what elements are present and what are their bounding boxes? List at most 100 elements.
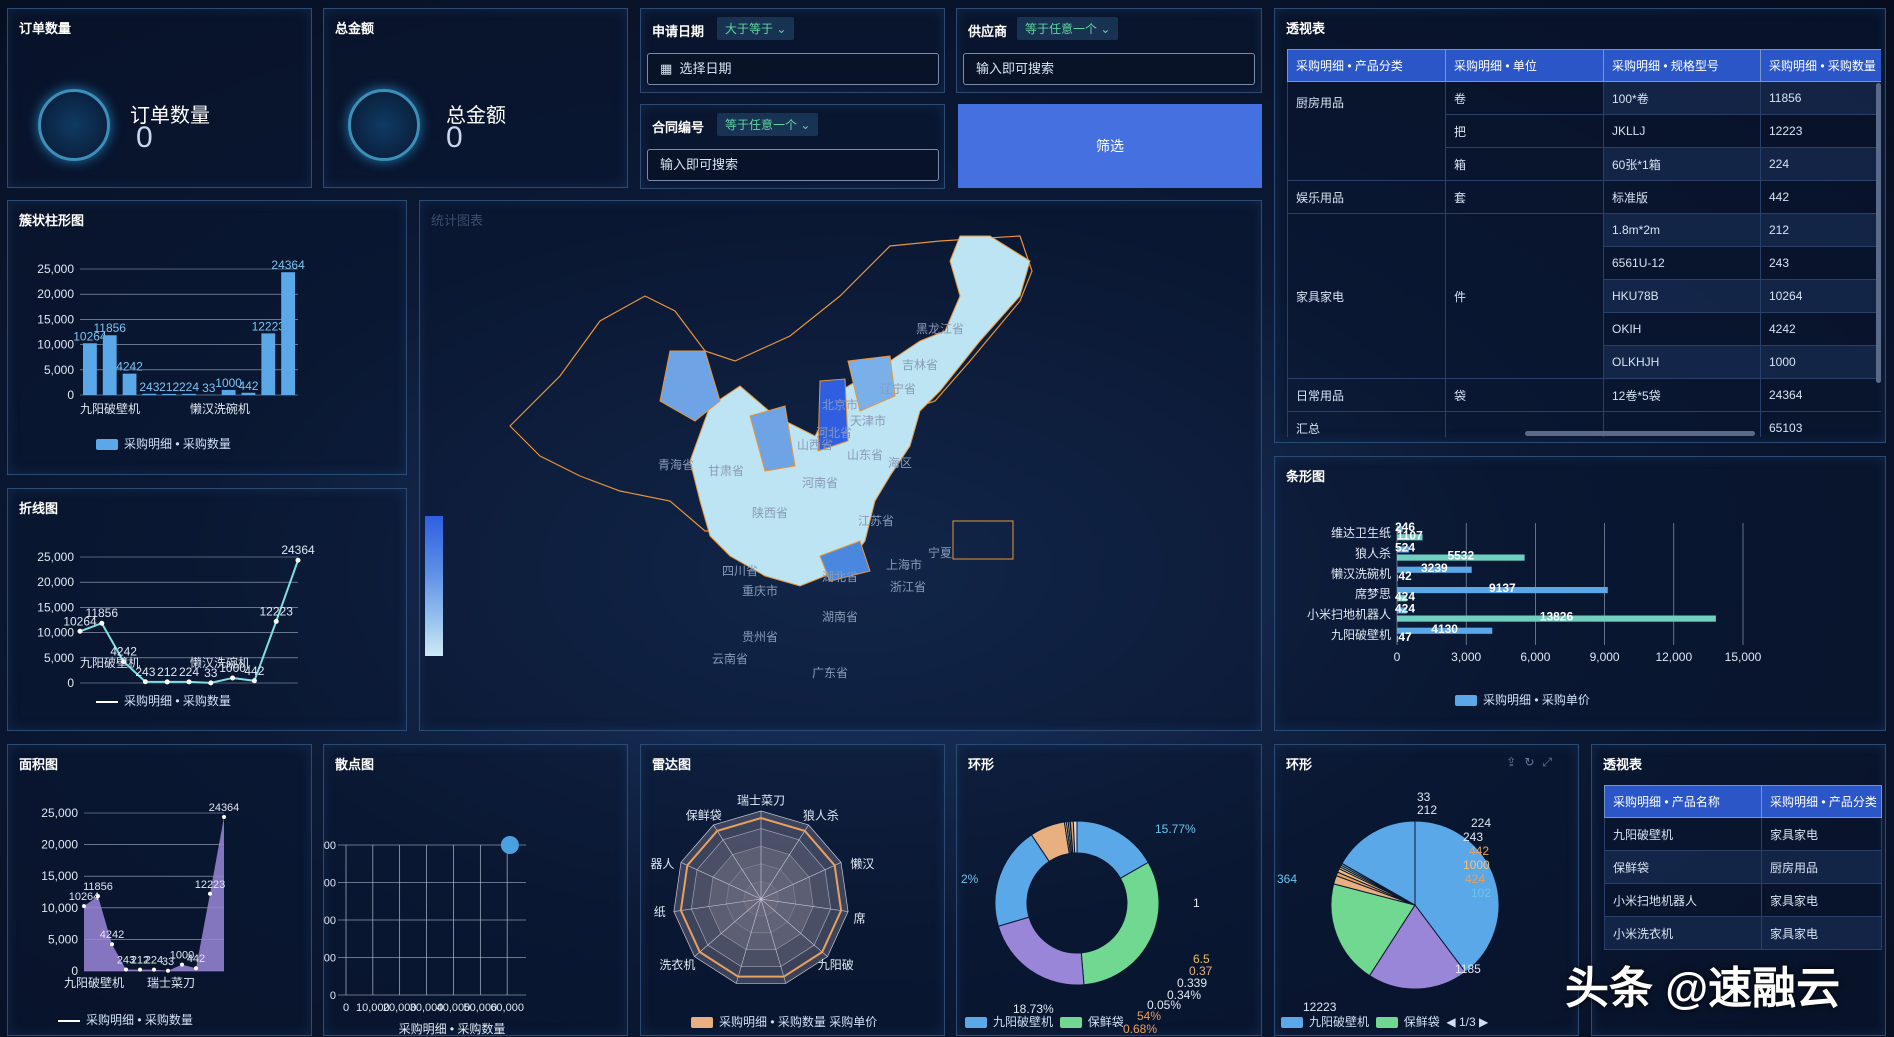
table-cell: OLKHJH — [1604, 346, 1761, 379]
horizontal-scrollbar[interactable] — [1525, 431, 1755, 436]
legend-label: 采购明细 • 采购数量 — [86, 1013, 193, 1027]
y-tick-label: 懒汉洗碗机 — [1331, 566, 1391, 581]
y-tick-label: 15,000 — [41, 869, 78, 883]
x-tick-label: 6,000 — [1520, 650, 1550, 664]
date-picker-input[interactable]: ▦ 选择日期 — [647, 53, 939, 85]
x-tick-label: 60,000 — [490, 1002, 524, 1014]
chart-legend[interactable]: 采购明细 • 采购数量 采购单价 — [691, 1013, 877, 1030]
data-label: 424 — [1395, 602, 1415, 616]
table-cell: 11856 — [1761, 82, 1882, 115]
chart-legend[interactable]: 九阳破壁机 保鲜袋 ◀ 1/3 ▶ — [1281, 1013, 1488, 1030]
x-tick-label: 九阳破壁机 — [64, 975, 124, 990]
y-tick-label: 0 — [330, 990, 336, 1002]
data-label: 13826 — [1540, 610, 1574, 624]
data-point — [296, 558, 301, 563]
pivot-table: 采购明细 • 产品分类 采购明细 • 单位 采购明细 • 规格型号 采购明细 •… — [1287, 49, 1881, 437]
legend-label: 九阳破壁机 — [1309, 1015, 1369, 1029]
kpi-value: 0 — [446, 121, 463, 155]
table-cell: 24364 — [1761, 379, 1882, 412]
data-label: 33 — [202, 381, 216, 395]
filter-button[interactable]: 筛选 — [958, 104, 1262, 188]
table-row: 小米洗衣机家具家电 — [1605, 917, 1882, 950]
data-label: 442 — [238, 379, 258, 393]
column-header[interactable]: 采购明细 • 产品分类 — [1288, 50, 1446, 82]
legend-pager: 1/3 — [1459, 1015, 1476, 1029]
y-tick-label: 10,000 — [37, 338, 74, 352]
ring-slice — [998, 917, 1084, 985]
supplier-search-input[interactable]: 输入即可搜索 — [963, 53, 1255, 85]
vertical-scrollbar[interactable] — [1876, 83, 1881, 383]
map-visual-map-scale[interactable] — [425, 516, 443, 656]
chevron-down-icon: ⌄ — [800, 118, 810, 132]
bar — [281, 272, 295, 395]
province-label: 北京市 — [822, 397, 858, 412]
condition-text: 等于任意一个 — [1025, 22, 1097, 36]
table-row: 小米扫地机器人家具家电 — [1605, 884, 1882, 917]
x-tick-label: 九阳破壁机 — [80, 655, 140, 670]
chart-legend[interactable]: 采购明细 • 采购数量 — [96, 692, 231, 709]
slice-label: 424 — [1465, 872, 1485, 886]
ring-chart: 15.77%16.50.370.3390.34%0.05%54%0.68%2%1… — [957, 745, 1263, 1037]
condition-dropdown[interactable]: 等于任意一个 ⌄ — [717, 113, 818, 136]
slice-label: 102 — [1471, 886, 1491, 900]
table-cell: 厨房用品 — [1762, 851, 1882, 884]
table-cell: 保鲜袋 — [1605, 851, 1762, 884]
column-header[interactable]: 采购明细 • 产品名称 — [1605, 786, 1762, 818]
y-tick-label: 席梦思 — [1355, 586, 1391, 601]
scatter-chart-panel: 散点图 0000000000000010,00020,00030,00040,0… — [323, 744, 628, 1036]
data-point — [208, 680, 213, 685]
table-cell: 厨房用品 — [1288, 82, 1446, 181]
table-cell: 12223 — [1761, 115, 1882, 148]
slice-label: 0.68% — [1123, 1022, 1157, 1036]
data-point — [501, 836, 519, 854]
watermark-text: 头条 @速融云 — [1565, 952, 1840, 1016]
data-label: 47 — [1398, 630, 1412, 644]
y-tick-label: 15,000 — [37, 600, 74, 614]
panel-title: 透视表 — [1603, 754, 1642, 773]
condition-dropdown[interactable]: 等于任意一个 ⌄ — [1017, 17, 1118, 40]
province-label: 上海市 — [886, 557, 922, 572]
legend-next-icon[interactable]: ▶ — [1479, 1015, 1488, 1029]
data-label: 12223 — [260, 604, 294, 618]
province-label: 四川省 — [722, 564, 758, 578]
y-tick-label: 20,000 — [37, 287, 74, 301]
data-point — [208, 892, 212, 896]
column-header[interactable]: 采购明细 • 采购数量 — [1761, 50, 1882, 82]
kpi-title: 总金额 — [335, 18, 374, 37]
legend-label: 采购明细 • 采购单价 — [1483, 693, 1590, 707]
y-tick-label: 九阳破壁机 — [1331, 627, 1391, 642]
column-header[interactable]: 采购明细 • 单位 — [1446, 50, 1604, 82]
condition-text: 等于任意一个 — [725, 118, 797, 132]
slice-label: 12223 — [1303, 1000, 1337, 1014]
contract-search-input[interactable]: 输入即可搜索 — [647, 149, 939, 181]
radar-axis-label: 器人 — [650, 857, 674, 871]
table-cell: 243 — [1761, 247, 1882, 280]
pivot-table-scroll[interactable]: 采购明细 • 产品分类 采购明细 • 单位 采购明细 • 规格型号 采购明细 •… — [1287, 49, 1881, 437]
data-point — [222, 815, 226, 819]
cluster-bar-chart-panel: 簇状柱形图 25,00020,00015,00010,0005,00001026… — [7, 200, 407, 475]
filter-contract-panel: 合同编号 等于任意一个 ⌄ 输入即可搜索 — [640, 104, 945, 189]
legend-swatch — [1281, 1017, 1303, 1028]
table-cell: 袋 — [1446, 379, 1604, 412]
calendar-icon: ▦ — [660, 61, 672, 76]
slice-label: 15.77% — [1155, 822, 1196, 836]
column-header[interactable]: 采购明细 • 产品分类 — [1762, 786, 1882, 818]
radar-axis-label: 瑞士菜刀 — [737, 793, 785, 807]
province-label: 山西省 — [797, 438, 833, 452]
y-tick-label: 000 — [324, 840, 336, 852]
chart-legend[interactable]: 采购明细 • 采购数量 — [96, 435, 231, 452]
table-cell: 442 — [1761, 181, 1882, 214]
area-chart: 25,00020,00015,00010,0005,00001026411856… — [8, 745, 313, 1037]
pivot-table-panel: 透视表 采购明细 • 产品分类 采购明细 • 单位 采购明细 • 规格型号 采购… — [1274, 8, 1886, 443]
column-header[interactable]: 采购明细 • 规格型号 — [1604, 50, 1761, 82]
legend-prev-icon[interactable]: ◀ — [1446, 1015, 1455, 1029]
table-row: 九阳破壁机家具家电 — [1605, 818, 1882, 851]
chart-legend[interactable]: 九阳破壁机 保鲜袋 — [965, 1013, 1124, 1030]
condition-dropdown[interactable]: 大于等于 ⌄ — [717, 17, 794, 40]
data-label: 442 — [187, 953, 205, 965]
x-tick-label: 3,000 — [1451, 650, 1481, 664]
china-map[interactable]: 黑龙江省吉林省辽宁省北京市天津市河北省山西省山东省青海省甘肃省陕西省河南省江苏省… — [420, 201, 1263, 732]
slice-label: 1 — [1193, 896, 1200, 910]
chart-legend[interactable]: 采购明细 • 采购单价 — [1455, 691, 1590, 708]
chart-legend[interactable]: 采购明细 • 采购数量 — [58, 1011, 193, 1028]
